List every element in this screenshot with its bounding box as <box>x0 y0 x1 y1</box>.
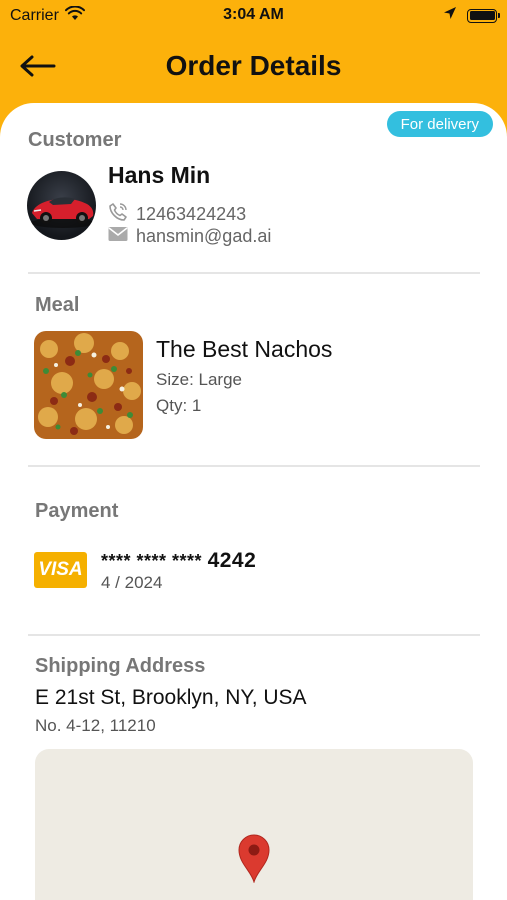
visa-card-logo: VISA <box>34 552 87 588</box>
meal-image <box>34 331 143 439</box>
customer-email-row[interactable]: hansmin@gad.ai <box>108 226 271 247</box>
card-expiry: 4 / 2024 <box>101 573 163 592</box>
meal-section-title: Meal <box>35 294 80 316</box>
status-time: 3:04 AM <box>223 6 284 23</box>
order-details-sheet: For delivery Customer Hans Min 124634242… <box>0 103 507 900</box>
shipping-section-title: Shipping Address <box>35 655 206 677</box>
status-bar: Carrier 3:04 AM <box>0 0 507 30</box>
page-title: Order Details <box>165 50 342 81</box>
customer-name: Hans Min <box>108 162 211 188</box>
map-pin-icon <box>237 833 271 884</box>
meal-quantity: Qty: 1 <box>156 396 202 415</box>
shipping-map[interactable] <box>35 749 473 900</box>
payment-section-title: Payment <box>35 500 119 522</box>
customer-avatar <box>27 171 96 240</box>
customer-section-title: Customer <box>28 129 122 151</box>
delivery-type-badge: For delivery <box>386 111 493 137</box>
divider <box>28 272 480 274</box>
location-arrow-icon <box>443 6 457 25</box>
card-mask: **** **** **** <box>101 551 203 571</box>
meal-size: Size: Large <box>156 370 242 389</box>
divider <box>28 634 480 636</box>
navigation-bar: Order Details <box>0 30 507 102</box>
status-right-group <box>443 6 500 25</box>
card-number: **** **** **** 4242 <box>101 549 256 573</box>
customer-phone: 12463424243 <box>136 204 247 224</box>
shipping-address-line2: No. 4-12, 11210 <box>35 716 156 735</box>
battery-icon <box>467 8 500 23</box>
mail-icon <box>108 226 128 247</box>
divider <box>28 465 480 467</box>
meal-name: The Best Nachos <box>156 336 333 362</box>
phone-icon <box>108 202 128 227</box>
customer-email: hansmin@gad.ai <box>136 226 272 246</box>
customer-phone-row[interactable]: 12463424243 <box>108 202 246 227</box>
shipping-address-line1: E 21st St, Brooklyn, NY, USA <box>35 686 307 709</box>
card-last4: 4242 <box>207 549 257 572</box>
